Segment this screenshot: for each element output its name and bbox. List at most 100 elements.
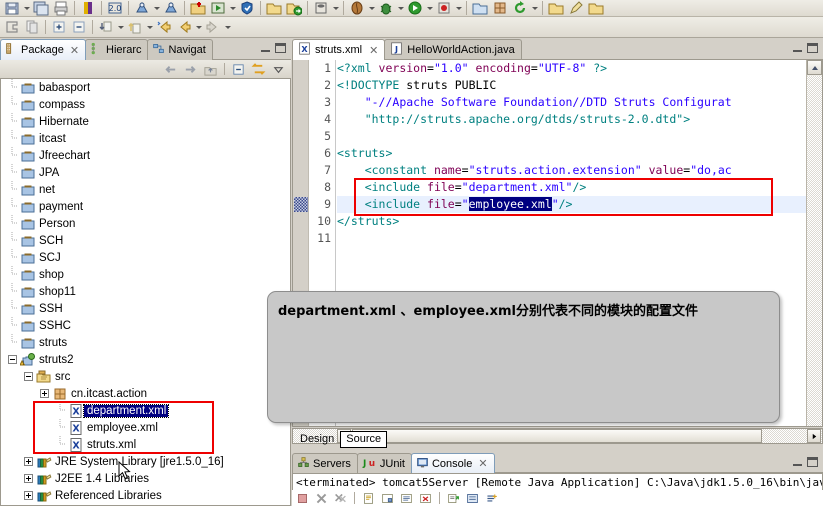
deploy-alt-icon[interactable] — [161, 0, 181, 16]
tree-item-struts-xml[interactable]: Xstruts.xml — [1, 436, 290, 453]
shield-icon[interactable] — [237, 0, 257, 16]
tree-item-net[interactable]: net — [1, 181, 290, 198]
chevron-down-icon[interactable] — [530, 0, 539, 16]
tree-item-department-xml[interactable]: Xdepartment.xml — [1, 402, 290, 419]
step-into-icon[interactable] — [96, 19, 116, 35]
back-icon[interactable] — [174, 19, 194, 35]
expand-icon[interactable] — [22, 453, 35, 470]
code-line[interactable]: <struts> — [337, 145, 806, 162]
run-green-icon[interactable] — [405, 0, 425, 16]
project-tree[interactable]: babasport compass Hibernate itcast Jfreechar… — [0, 79, 291, 506]
tree-item-src[interactable]: src — [1, 368, 290, 385]
chevron-down-icon[interactable] — [223, 19, 232, 35]
scroll-lock-icon[interactable] — [379, 491, 396, 506]
code-line[interactable]: <include file="department.xml"/> — [337, 179, 806, 196]
expand-all-icon[interactable] — [49, 19, 69, 35]
code-line[interactable]: "-//Apache Software Foundation//DTD Stru… — [337, 94, 806, 111]
book-icon[interactable] — [78, 0, 98, 16]
maximize-icon[interactable] — [275, 43, 286, 53]
chevron-down-icon[interactable] — [228, 0, 237, 16]
expand-icon[interactable] — [38, 385, 51, 402]
folder-yellow-icon[interactable] — [586, 0, 606, 16]
go-up-icon[interactable] — [201, 61, 220, 78]
forward-nav-icon[interactable] — [181, 61, 200, 78]
tree-item-itcast[interactable]: itcast — [1, 130, 290, 147]
code-line[interactable]: <!DOCTYPE struts PUBLIC — [337, 77, 806, 94]
code-line[interactable] — [337, 128, 806, 145]
tree-item-payment[interactable]: payment — [1, 198, 290, 215]
chevron-down-icon[interactable] — [22, 0, 31, 16]
outline-icon[interactable] — [2, 19, 22, 35]
save-icon[interactable] — [2, 0, 22, 16]
database-icon[interactable] — [311, 0, 331, 16]
editor-tab-helloworldaction-java[interactable]: J HelloWorldAction.java — [384, 39, 522, 60]
tree-item-ssh[interactable]: SSH — [1, 300, 290, 317]
open-console-icon[interactable] — [445, 491, 462, 506]
tab-junit[interactable]: Ju JUnit — [356, 453, 412, 473]
chevron-down-icon[interactable] — [396, 0, 405, 16]
editor-tab-struts-xml[interactable]: X struts.xml ✕ — [292, 39, 386, 60]
tree-item-person[interactable]: Person — [1, 215, 290, 232]
folder-open-yellow-icon[interactable] — [546, 0, 566, 16]
tree-item-struts[interactable]: struts — [1, 334, 290, 351]
tree-item-employee-xml[interactable]: Xemployee.xml — [1, 419, 290, 436]
clear-console-icon[interactable] — [360, 491, 377, 506]
tree-item-referenced-libraries[interactable]: Referenced Libraries — [1, 487, 290, 504]
compare-icon[interactable] — [22, 19, 42, 35]
tree-item-j2ee-1-4-libraries[interactable]: J2EE 1.4 Libraries — [1, 470, 290, 487]
tab-design[interactable]: Design — [294, 431, 340, 448]
maximize-icon[interactable] — [807, 456, 818, 467]
minimize-icon[interactable] — [792, 457, 803, 467]
collapse-all-icon[interactable] — [69, 19, 89, 35]
link-with-editor-icon[interactable] — [249, 61, 268, 78]
terminate-icon[interactable] — [294, 491, 311, 506]
tree-item-jre-system-library-jre1-5-0-16[interactable]: JRE System Library [jre1.5.0_16] — [1, 453, 290, 470]
display-selected-console-icon[interactable] — [464, 491, 481, 506]
profile-icon[interactable] — [434, 0, 454, 16]
code-line[interactable]: <?xml version="1.0" encoding="UTF-8" ?> — [337, 60, 806, 77]
tree-item-struts2[interactable]: ! struts2 — [1, 351, 290, 368]
chevron-down-icon[interactable] — [367, 0, 376, 16]
open-folder-icon[interactable] — [264, 0, 284, 16]
collapse-icon[interactable] — [6, 351, 19, 368]
back-nav-icon[interactable] — [161, 61, 180, 78]
version-2-icon[interactable]: 2.0 — [105, 0, 125, 16]
close-icon[interactable]: ✕ — [70, 44, 79, 57]
scroll-track[interactable] — [807, 76, 822, 426]
code-line[interactable]: <constant name="struts.action.extension"… — [337, 162, 806, 179]
remove-launch-icon[interactable] — [313, 491, 330, 506]
step-return-icon[interactable] — [125, 19, 145, 35]
package-box-icon[interactable] — [490, 0, 510, 16]
chevron-down-icon[interactable] — [145, 19, 154, 35]
collapse-icon[interactable] — [22, 368, 35, 385]
tab-source[interactable]: Source — [340, 430, 388, 448]
tab-hierarchy[interactable]: Hierarc — [85, 39, 149, 60]
minimize-icon[interactable] — [792, 43, 803, 53]
next-annotation-icon[interactable] — [154, 19, 174, 35]
expand-icon[interactable] — [22, 487, 35, 504]
tab-console[interactable]: Console ✕ — [410, 453, 495, 473]
pencil-icon[interactable] — [566, 0, 586, 16]
refresh-icon[interactable] — [510, 0, 530, 16]
close-icon[interactable]: ✕ — [478, 457, 487, 470]
tree-item-sshc[interactable]: SSHC — [1, 317, 290, 334]
tree-item-hibernate[interactable]: Hibernate — [1, 113, 290, 130]
scroll-up-button[interactable] — [807, 60, 822, 75]
new-folder-icon[interactable] — [188, 0, 208, 16]
chevron-down-icon[interactable] — [194, 19, 203, 35]
code-line[interactable]: </struts> — [337, 213, 806, 230]
save-all-icon[interactable] — [31, 0, 51, 16]
chevron-down-icon[interactable] — [331, 0, 340, 16]
bean-icon[interactable] — [347, 0, 367, 16]
view-menu-icon[interactable] — [269, 61, 288, 78]
close-icon[interactable]: ✕ — [369, 44, 378, 57]
code-line[interactable] — [337, 230, 806, 247]
editor-vertical-scrollbar[interactable] — [806, 60, 822, 426]
deploy-icon[interactable] — [132, 0, 152, 16]
tree-item-babasport[interactable]: babasport — [1, 79, 290, 96]
tab-navigator[interactable]: Navigat — [147, 39, 213, 60]
maximize-icon[interactable] — [807, 43, 818, 53]
tree-item-jpa[interactable]: JPA — [1, 164, 290, 181]
chevron-down-icon[interactable] — [152, 0, 161, 16]
tree-item-shop[interactable]: shop — [1, 266, 290, 283]
